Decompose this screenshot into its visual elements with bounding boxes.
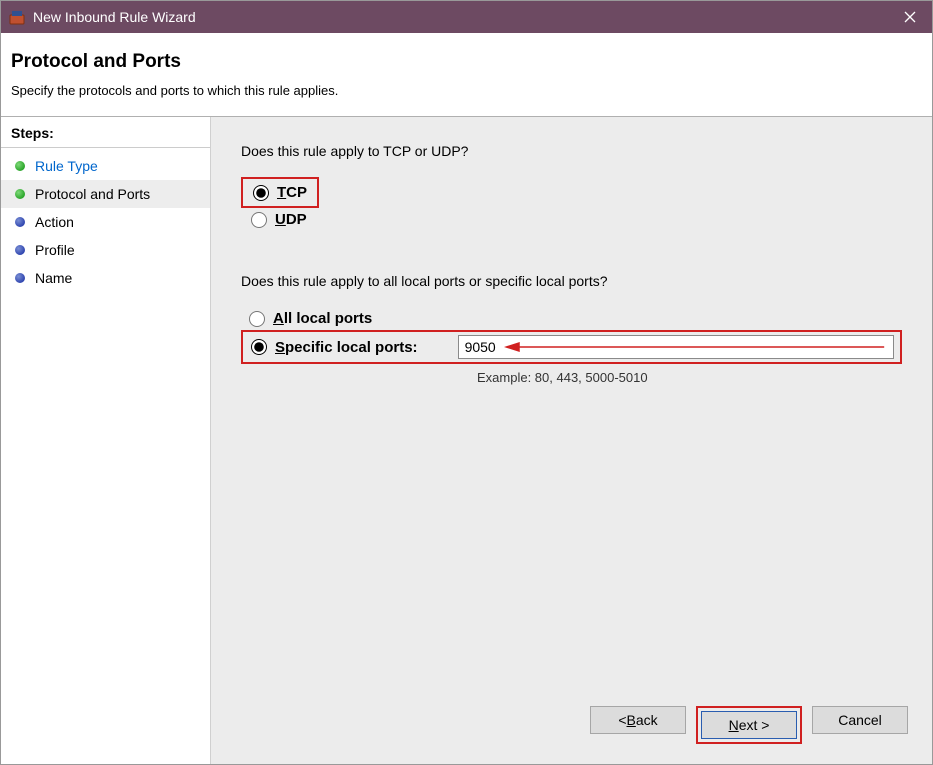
highlight-tcp: TCP: [241, 177, 319, 208]
step-rule-type[interactable]: Rule Type: [1, 152, 210, 180]
close-button[interactable]: [887, 1, 932, 33]
question-protocol: Does this rule apply to TCP or UDP?: [241, 143, 902, 159]
next-button[interactable]: Next >: [701, 711, 797, 739]
step-label: Protocol and Ports: [35, 186, 150, 202]
bullet-icon: [15, 273, 25, 283]
bullet-icon: [15, 161, 25, 171]
step-label: Action: [35, 214, 74, 230]
titlebar: New Inbound Rule Wizard: [1, 1, 932, 33]
radio-udp-label: UDP: [275, 211, 307, 228]
steps-heading: Steps:: [1, 125, 210, 148]
radio-udp-input[interactable]: [251, 212, 267, 228]
radio-all-ports-label: All local ports: [273, 310, 372, 327]
radio-tcp-input[interactable]: [253, 185, 269, 201]
question-ports: Does this rule apply to all local ports …: [241, 273, 902, 289]
bullet-icon: [15, 189, 25, 199]
step-name[interactable]: Name: [1, 264, 210, 292]
radio-all-ports-input[interactable]: [249, 311, 265, 327]
highlight-specific-ports: Specific local ports:: [241, 330, 902, 364]
bullet-icon: [15, 217, 25, 227]
back-button[interactable]: < Back: [590, 706, 686, 734]
steps-sidebar: Steps: Rule Type Protocol and Ports Acti…: [1, 117, 211, 764]
radio-all-local-ports[interactable]: All local ports: [241, 307, 902, 330]
wizard-header: Protocol and Ports Specify the protocols…: [1, 33, 932, 116]
radio-specific-ports-input[interactable]: [251, 339, 267, 355]
highlight-next: Next >: [696, 706, 802, 744]
step-action[interactable]: Action: [1, 208, 210, 236]
step-profile[interactable]: Profile: [1, 236, 210, 264]
wizard-content: Does this rule apply to TCP or UDP? TCP …: [211, 117, 932, 764]
wizard-buttons: < Back Next > Cancel: [590, 706, 908, 744]
firewall-icon: [9, 9, 25, 25]
bullet-icon: [15, 245, 25, 255]
window-title: New Inbound Rule Wizard: [33, 9, 887, 25]
ports-example-text: Example: 80, 443, 5000-5010: [477, 370, 902, 385]
radio-specific-ports-label: Specific local ports:: [275, 339, 418, 356]
page-subtitle: Specify the protocols and ports to which…: [11, 83, 922, 98]
radio-tcp[interactable]: TCP: [245, 181, 307, 204]
protocol-options: TCP UDP: [241, 177, 902, 231]
cancel-button[interactable]: Cancel: [812, 706, 908, 734]
step-protocol-and-ports[interactable]: Protocol and Ports: [1, 180, 210, 208]
step-label: Rule Type: [35, 158, 98, 174]
step-label: Profile: [35, 242, 75, 258]
radio-specific-local-ports[interactable]: Specific local ports:: [245, 339, 418, 356]
step-label: Name: [35, 270, 72, 286]
radio-udp[interactable]: UDP: [243, 208, 902, 231]
radio-tcp-label: TCP: [277, 184, 307, 201]
specific-ports-field[interactable]: [458, 335, 894, 359]
page-title: Protocol and Ports: [11, 51, 922, 73]
